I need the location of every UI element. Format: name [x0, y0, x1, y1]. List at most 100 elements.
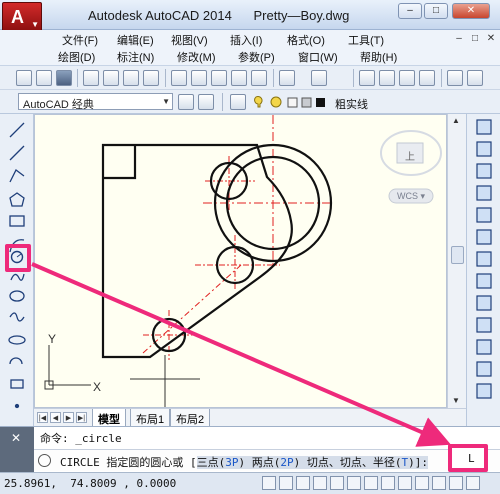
part-outline — [101, 143, 333, 359]
ellipse-tool-icon[interactable] — [8, 335, 26, 345]
doc-restore-button[interactable]: □ — [468, 33, 482, 45]
close-button[interactable]: ✕ — [452, 3, 490, 19]
design-center-icon[interactable] — [467, 70, 483, 86]
cut-icon[interactable] — [171, 70, 187, 86]
dynamic-ucs-toggle[interactable] — [398, 476, 412, 490]
doc-close-button[interactable]: ✕ — [484, 33, 498, 45]
menu-edit[interactable]: 编辑(E) — [117, 32, 154, 48]
menu-draw[interactable]: 绘图(D) — [58, 49, 95, 65]
option-2p[interactable]: 两点(2P) — [245, 456, 301, 469]
tab-last-icon[interactable]: ▶| — [76, 412, 87, 423]
maximize-button[interactable]: □ — [424, 3, 448, 19]
spline-tool-icon[interactable] — [9, 312, 25, 322]
object-snap-tracking-toggle[interactable] — [381, 476, 395, 490]
object-snap-toggle[interactable] — [347, 476, 361, 490]
3d-dwf-icon[interactable] — [143, 70, 159, 86]
zoom-window-icon[interactable] — [399, 70, 415, 86]
cursor-coordinates: 25.8961, 74.8009 , 0.0000 — [4, 477, 177, 490]
layout-tabbar: |◀ ◀ ▶ ▶| 模型 布局1 布局2 — [34, 408, 466, 427]
redo-icon[interactable] — [311, 70, 327, 86]
insert-block-icon[interactable] — [10, 379, 24, 389]
tab-layout2[interactable]: 布局2 — [170, 409, 211, 427]
workspace-dropdown[interactable]: AutoCAD 经典 ▼ — [18, 93, 173, 111]
dynamic-input-toggle[interactable] — [415, 476, 429, 490]
modify-tool-icons[interactable] — [467, 114, 500, 426]
window-title: Autodesk AutoCAD 2014 Pretty—Boy.dwg — [88, 8, 350, 23]
new-file-icon[interactable] — [16, 70, 32, 86]
revcloud-tool-icon[interactable] — [9, 290, 25, 302]
line-tool-icon[interactable] — [9, 122, 25, 138]
undo-icon[interactable] — [279, 70, 295, 86]
drawing-canvas[interactable]: 上 WCS ▾ Y X — [34, 114, 447, 408]
command-window: ✕ 命令: _circle CIRCLE 指定圆的圆心或 [三点(3P) 两点(… — [0, 426, 500, 473]
polar-tracking-toggle[interactable] — [330, 476, 344, 490]
command-options-icon[interactable] — [38, 454, 51, 467]
close-icon[interactable]: ✕ — [11, 431, 21, 445]
lightbulb-icon[interactable] — [449, 476, 463, 490]
menu-file[interactable]: 文件(F) — [62, 32, 98, 48]
drawing-svg[interactable] — [35, 115, 447, 408]
block-editor-icon[interactable] — [251, 70, 267, 86]
workspace-toolbar: AutoCAD 经典 ▼ 粗实线 — [0, 90, 500, 114]
autocad-logo-icon: A — [11, 7, 24, 27]
layer-state-icons[interactable] — [252, 94, 332, 110]
scroll-down-icon[interactable]: ▼ — [452, 396, 460, 405]
vertical-scrollbar[interactable]: ▲ ▼ — [447, 114, 466, 408]
polygon-tool-icon[interactable] — [9, 192, 25, 207]
scroll-thumb[interactable] — [451, 246, 464, 264]
open-file-icon[interactable] — [36, 70, 52, 86]
option-3p[interactable]: 三点(3P) — [196, 456, 246, 469]
command-input-highlight: L — [448, 444, 488, 472]
3d-osnap-toggle[interactable] — [364, 476, 378, 490]
ellipse-arc-tool-icon[interactable] — [9, 357, 23, 365]
grid-display-toggle[interactable] — [296, 476, 310, 490]
tab-next-icon[interactable]: ▶ — [63, 412, 74, 423]
menu-modify[interactable]: 修改(M) — [177, 49, 216, 65]
rectangle-tool-icon[interactable] — [9, 215, 25, 227]
menu-view[interactable]: 视图(V) — [171, 32, 208, 48]
polyline-tool-icon[interactable] — [9, 169, 25, 183]
tab-first-icon[interactable]: |◀ — [37, 412, 48, 423]
workspace-switch-icon[interactable] — [466, 476, 480, 490]
tab-model[interactable]: 模型 — [92, 409, 126, 427]
pan-icon[interactable] — [359, 70, 375, 86]
tab-prev-icon[interactable]: ◀ — [50, 412, 61, 423]
command-window-grip[interactable]: ✕ — [0, 427, 34, 473]
command-line[interactable]: CIRCLE 指定圆的圆心或 [三点(3P) 两点(2P) 切点、切点、半径(T… — [34, 449, 500, 471]
paste-icon[interactable] — [211, 70, 227, 86]
properties-icon[interactable] — [447, 70, 463, 86]
minimize-button[interactable]: – — [398, 3, 422, 19]
print-icon[interactable] — [83, 70, 99, 86]
command-input-cursor[interactable]: L — [468, 452, 475, 465]
infer-constraints-toggle[interactable] — [262, 476, 276, 490]
lineweight-toggle[interactable] — [432, 476, 446, 490]
menu-insert[interactable]: 插入(I) — [230, 32, 262, 48]
menu-help[interactable]: 帮助(H) — [360, 49, 397, 65]
layer-properties-icon[interactable] — [230, 94, 246, 110]
doc-minimize-button[interactable]: – — [452, 33, 466, 45]
print-preview-icon[interactable] — [103, 70, 119, 86]
command-history: 命令: _circle — [40, 432, 122, 445]
scroll-up-icon[interactable]: ▲ — [452, 116, 460, 125]
menu-window[interactable]: 窗口(W) — [298, 49, 338, 65]
menu-parameters[interactable]: 参数(P) — [238, 49, 275, 65]
copy-icon[interactable] — [191, 70, 207, 86]
zoom-realtime-icon[interactable] — [379, 70, 395, 86]
publish-icon[interactable] — [123, 70, 139, 86]
chevron-down-icon: ▼ — [31, 20, 39, 29]
menu-bar: 文件(F) 编辑(E) 视图(V) 插入(I) 格式(O) 工具(T) 绘图(D… — [0, 30, 500, 66]
status-bar: 25.8961, 74.8009 , 0.0000 — [0, 472, 500, 494]
application-menu-button[interactable]: A ▼ — [2, 2, 42, 32]
tab-layout1[interactable]: 布局1 — [130, 409, 171, 427]
zoom-previous-icon[interactable] — [419, 70, 435, 86]
option-ttr[interactable]: 切点、切点、半径(T)]: — [300, 456, 428, 469]
menu-tools[interactable]: 工具(T) — [348, 32, 384, 48]
workspace-toggle-icon[interactable] — [198, 94, 214, 110]
snap-mode-toggle[interactable] — [279, 476, 293, 490]
match-properties-icon[interactable] — [231, 70, 247, 86]
save-icon[interactable] — [56, 70, 72, 86]
workspace-settings-icon[interactable] — [178, 94, 194, 110]
ortho-mode-toggle[interactable] — [313, 476, 327, 490]
menu-format[interactable]: 格式(O) — [287, 32, 325, 48]
menu-dimension[interactable]: 标注(N) — [117, 49, 154, 65]
